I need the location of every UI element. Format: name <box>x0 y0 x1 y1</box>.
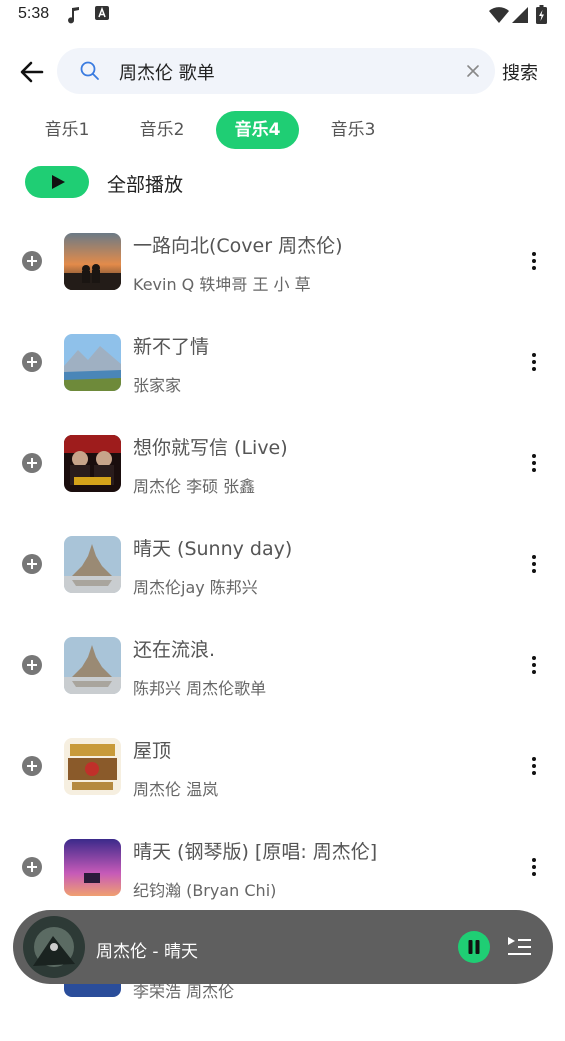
clear-icon[interactable] <box>463 61 483 81</box>
player-cover <box>23 916 85 978</box>
song-item[interactable]: 想你就写信 (Live) 周杰伦 李硕 张鑫 <box>0 435 565 536</box>
tab-bar: 音乐1 音乐2 音乐4 音乐3 <box>0 111 565 149</box>
search-button[interactable]: 搜索 <box>502 59 538 85</box>
song-artist: 张家家 <box>133 376 182 395</box>
song-item[interactable]: 屋顶 周杰伦 温岚 <box>0 738 565 839</box>
more-vertical-icon[interactable] <box>523 250 545 272</box>
tab-music2[interactable]: 音乐2 <box>123 111 201 149</box>
tab-music4[interactable]: 音乐4 <box>216 111 299 149</box>
add-circle-icon[interactable] <box>22 554 42 574</box>
signal-icon <box>512 7 528 23</box>
search-field[interactable]: 周杰伦 歌单 <box>57 48 495 94</box>
add-circle-icon[interactable] <box>22 352 42 372</box>
song-item[interactable]: 一路向北(Cover 周杰伦) Kevin Q 轶坤哥 王 小 草 <box>0 233 565 334</box>
song-artist: Kevin Q 轶坤哥 王 小 草 <box>133 275 311 294</box>
more-vertical-icon[interactable] <box>523 755 545 777</box>
search-input[interactable]: 周杰伦 歌单 <box>119 59 215 85</box>
playlist-icon[interactable] <box>506 934 532 960</box>
more-vertical-icon[interactable] <box>523 452 545 474</box>
song-title: 还在流浪. <box>133 639 216 661</box>
music-note-icon <box>68 7 79 24</box>
album-cover <box>64 738 121 795</box>
play-icon <box>52 175 65 189</box>
more-vertical-icon[interactable] <box>523 654 545 676</box>
add-circle-icon[interactable] <box>22 756 42 776</box>
tab-music1[interactable]: 音乐1 <box>28 111 106 149</box>
song-title: 一路向北(Cover 周杰伦) <box>133 235 343 257</box>
song-title: 想你就写信 (Live) <box>133 437 288 459</box>
add-circle-icon[interactable] <box>22 857 42 877</box>
keyboard-a-icon <box>95 6 109 20</box>
search-icon <box>80 61 99 80</box>
song-item[interactable]: 晴天 (Sunny day) 周杰伦jay 陈邦兴 <box>0 536 565 637</box>
wifi-icon <box>489 7 509 23</box>
add-circle-icon[interactable] <box>22 453 42 473</box>
album-cover <box>64 233 121 290</box>
tab-music3[interactable]: 音乐3 <box>314 111 392 149</box>
status-bar: 5:38 <box>0 0 565 32</box>
search-bar: 周杰伦 歌单 搜索 <box>0 48 565 94</box>
play-all-row[interactable]: 全部播放 <box>25 166 325 200</box>
song-item[interactable]: 还在流浪. 陈邦兴 周杰伦歌单 <box>0 637 565 738</box>
song-artist: 周杰伦jay 陈邦兴 <box>133 578 258 597</box>
album-cover <box>64 334 121 391</box>
album-cover <box>64 839 121 896</box>
song-item[interactable]: 新不了情 张家家 <box>0 334 565 435</box>
song-artist: 周杰伦 温岚 <box>133 780 219 799</box>
battery-charging-icon <box>536 5 547 24</box>
play-all-button[interactable] <box>25 166 89 198</box>
song-artist: 纪钧瀚 (Bryan Chi) <box>133 881 277 900</box>
play-all-label: 全部播放 <box>107 174 184 196</box>
song-artist: 周杰伦 李硕 张鑫 <box>133 477 256 496</box>
add-circle-icon[interactable] <box>22 251 42 271</box>
more-vertical-icon[interactable] <box>523 856 545 878</box>
more-vertical-icon[interactable] <box>523 553 545 575</box>
song-title: 屋顶 <box>133 740 172 762</box>
back-arrow-icon[interactable] <box>16 56 48 88</box>
album-cover <box>64 435 121 492</box>
song-title: 晴天 (Sunny day) <box>133 538 293 560</box>
add-circle-icon[interactable] <box>22 655 42 675</box>
song-title: 新不了情 <box>133 336 210 358</box>
pause-icon[interactable] <box>458 931 490 963</box>
song-artist: 陈邦兴 周杰伦歌单 <box>133 679 267 698</box>
mini-player[interactable]: 周杰伦 - 晴天 <box>13 910 553 984</box>
now-playing-title: 周杰伦 - 晴天 <box>96 942 198 962</box>
album-cover <box>64 637 121 694</box>
status-time: 5:38 <box>18 5 50 22</box>
more-vertical-icon[interactable] <box>523 351 545 373</box>
song-title: 晴天 (钢琴版) [原唱: 周杰伦] <box>133 841 378 863</box>
album-cover <box>64 536 121 593</box>
